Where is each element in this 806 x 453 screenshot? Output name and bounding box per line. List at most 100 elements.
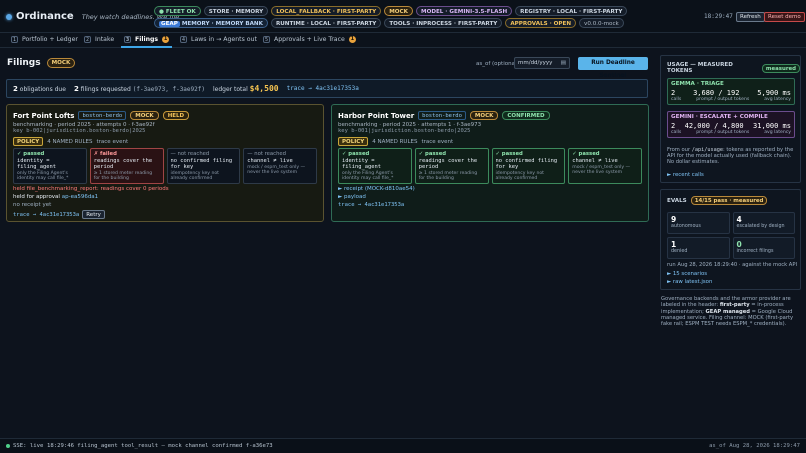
building-name: Fort Point Lofts	[13, 111, 75, 120]
mode-badge: MOCK	[46, 58, 76, 68]
tab-label: Portfolio + Ledger	[22, 36, 78, 43]
policy-rules: ✓ passed identity = filing_agent only th…	[13, 148, 317, 184]
mode-badge: MOCK	[130, 111, 159, 120]
footer-asof: as_of Aug 28, 2026 18:29:47	[709, 443, 800, 449]
chip-runtime: RUNTIME · LOCAL · FIRST-PARTY	[270, 18, 382, 28]
trace-link[interactable]: trace → 4ac31e17353a	[287, 85, 359, 92]
chip-store: STORE · MEMORY	[203, 6, 269, 16]
tab-intake[interactable]: 2 Intake	[84, 36, 114, 43]
chip-memory-label: MEMORY · MEMORY BANK	[181, 21, 263, 27]
evals-title: EVALS	[667, 197, 687, 204]
retry-button[interactable]: Retry	[82, 210, 105, 219]
trace-event-label: trace event	[421, 138, 454, 145]
chip-registry: REGISTRY · LOCAL · FIRST-PARTY	[515, 6, 628, 16]
right-sidebar: USAGE — MEASURED TOKENS measured GEMMA ·…	[660, 55, 801, 345]
evals-badge: 14/15 pass · measured	[690, 196, 768, 205]
policy-rules: ✓ passed identity = filing_agent only th…	[338, 148, 642, 184]
payload-link[interactable]: ► payload	[338, 194, 642, 200]
jurisdiction-tag: boston-berdo	[418, 111, 466, 120]
chip-version: v0.0.0-mock	[579, 18, 624, 28]
eval-run-info: run Aug 28, 2026 18:29:40 · against the …	[667, 262, 797, 268]
tab-portfolio-ledger[interactable]: 1 Portfolio + Ledger	[11, 36, 78, 43]
rule-identity: ✓ passed identity = filing_agent only th…	[338, 148, 412, 184]
status-badge: CONFIRMED	[502, 111, 550, 120]
rule-channel: ✓ passed channel ≠ live mock / espm_test…	[568, 148, 642, 184]
building-name: Harbor Point Tower	[338, 111, 415, 120]
rule-readings: ✗ failed readings cover the period ≥ 1 s…	[89, 148, 164, 184]
geap-prefix: GEAP	[159, 21, 180, 27]
chip-local-fallback: LOCAL_FALLBACK · FIRST-PARTY	[271, 6, 382, 16]
measured-badge: measured	[761, 63, 800, 73]
rule-readings: ✓ passed readings cover the period ≥ 1 s…	[414, 148, 489, 184]
evals-grid: 9 autonomous 4 escalated by design 1 denied…	[667, 212, 795, 259]
last-event: 18:29:46 filing_agent tool_result — mock…	[47, 443, 273, 449]
tab-badge: 1	[162, 36, 170, 43]
governance-note: Governance backends and the armor provid…	[661, 296, 794, 328]
receipt-link[interactable]: ► receipt (MOCK-d810ae54)	[338, 186, 642, 192]
raw-latest-link[interactable]: ► raw latest.json	[667, 279, 712, 285]
trace-link[interactable]: trace → 4ac31e17353a	[338, 202, 642, 208]
reset-demo-button[interactable]: Reset demo	[764, 12, 805, 22]
status-chips-row-2: GEAP MEMORY · MEMORY BANK RUNTIME · LOCAL…	[154, 18, 624, 28]
rule-channel: — not reached channel ≠ live mock / espm…	[243, 148, 317, 184]
recent-calls-link[interactable]: ► recent calls	[667, 172, 704, 178]
tab-label: Intake	[95, 36, 115, 43]
tab-bar: 1 Portfolio + Ledger 2 Intake 3 Filings …	[0, 33, 806, 48]
approval-link[interactable]: ap-ea596da1	[62, 194, 98, 200]
asof-placeholder: mm/dd/yyyy	[518, 60, 553, 66]
evals-panel: EVALS 14/15 pass · measured 9 autonomous …	[660, 189, 801, 290]
tab-laws-agents[interactable]: 4 Laws in → Agents out	[180, 36, 257, 43]
brand-name: Ordinance	[16, 11, 74, 22]
tab-label: Approvals + Live Trace	[274, 36, 345, 43]
chip-memory: GEAP MEMORY · MEMORY BANK	[154, 18, 268, 28]
run-deadline-sentinel-button[interactable]: Run Deadline Sentinel	[578, 57, 648, 79]
card-trace-row: trace → 4ac31e17353a Retry	[13, 210, 317, 219]
eval-denied: 1 denied	[667, 237, 730, 259]
usage-note: From our /api/usage: tokens as reported …	[667, 147, 794, 166]
filing-card-fort-point: Fort Point Lofts boston-berdo MOCK HELD …	[6, 104, 324, 222]
held-reason: held file_benchmarking_report: readings …	[13, 186, 169, 192]
rules-count: 4 NAMED RULES	[372, 138, 418, 145]
jurisdiction-tag: boston-berdo	[78, 111, 127, 120]
trace-link[interactable]: trace → 4ac31e17353a	[13, 212, 79, 218]
page-title: Filings	[7, 58, 41, 68]
filings-summary: 2 obligations due 2 filings requested (f…	[6, 79, 648, 98]
asof-label: as_of (optional)	[476, 61, 519, 67]
tab-number: 3	[124, 36, 131, 43]
filing-card-harbor-point: Harbor Point Tower boston-berdo MOCK CON…	[331, 104, 649, 222]
trace-event-label: trace event	[96, 138, 129, 145]
chip-fleet-ok: ● FLEET OK	[154, 6, 201, 16]
rules-count: 4 NAMED RULES	[47, 138, 93, 145]
usage-panel: USAGE — MEASURED TOKENS measured GEMMA ·…	[660, 55, 801, 183]
scenarios-link[interactable]: ► 15 scenarios	[667, 271, 707, 277]
usage-triage: GEMMA · TRIAGE 2 3,680 / 192 5,900 ms call…	[667, 78, 795, 105]
usage-title: USAGE — MEASURED TOKENS	[667, 62, 733, 74]
chip-tools: TOOLS · INPROCESS · FIRST-PARTY	[384, 18, 503, 28]
tab-filings[interactable]: 3 Filings 1	[120, 36, 173, 48]
tab-approvals-trace[interactable]: 5 Approvals + Live Trace 1	[263, 36, 356, 43]
chip-approvals: APPROVALS · OPEN	[505, 18, 577, 28]
eval-escalated: 4 escalated by design	[732, 212, 795, 234]
ledger-total: ledger total $4,500	[212, 84, 279, 93]
refresh-button[interactable]: Refresh	[736, 12, 765, 22]
status-badge: HELD	[162, 111, 190, 120]
chip-model: MODEL · GEMINI-3.5-FLASH	[416, 6, 513, 16]
asof-date-input[interactable]: mm/dd/yyyy ▤	[514, 57, 570, 69]
tab-label: Laws in → Agents out	[191, 36, 257, 43]
held-for-approval: held for approval ap-ea596da1	[13, 194, 99, 200]
clock: 18:29:47	[704, 13, 733, 20]
rule-no-confirmed: — not reached no confirmed filing for ke…	[166, 148, 241, 184]
idempotency-key: key b-002|jurisdiction.boston-berdo|2025	[13, 128, 146, 134]
sse-status: SSE: live	[6, 443, 43, 449]
chip-mock: MOCK	[384, 6, 413, 16]
tab-number: 2	[84, 36, 91, 43]
mode-badge: MOCK	[469, 111, 499, 120]
logo-icon	[6, 13, 12, 20]
status-footer: SSE: live 18:29:46 filing_agent tool_res…	[0, 438, 806, 453]
rule-identity: ✓ passed identity = filing_agent only th…	[13, 148, 87, 184]
top-bar: Ordinance They watch deadlines. We file.…	[0, 0, 806, 33]
policy-badge: POLICY	[13, 137, 44, 146]
idempotency-key: key b-001|jurisdiction.boston-berdo|2025	[338, 128, 471, 134]
tab-badge: 1	[348, 36, 356, 43]
rule-no-confirmed: ✓ passed no confirmed filing for key ide…	[491, 148, 566, 184]
